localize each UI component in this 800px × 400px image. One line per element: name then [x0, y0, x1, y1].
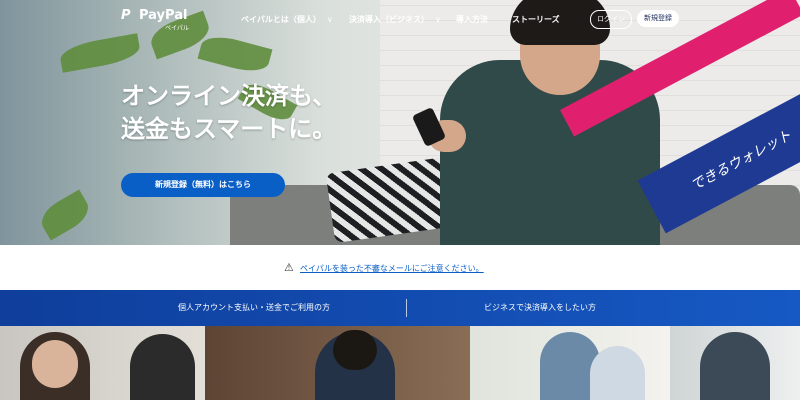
story-photo-family[interactable] [470, 326, 670, 400]
nav-item-personal[interactable]: ペイパルとは（個人） ∨ [241, 14, 333, 25]
segment-business-link[interactable]: ビジネスで決済導入をしたい方 [484, 290, 596, 326]
brand-name: PayPal [139, 8, 188, 23]
plant-leaf [58, 33, 142, 73]
nav-item-label: 導入方法 [456, 15, 488, 24]
person-face [32, 340, 78, 388]
hero-headline-line2: 送金もスマートに。 [121, 115, 337, 143]
hero-headline: オンライン決済も、 送金もスマートに。 [121, 80, 336, 146]
signup-cta-button[interactable]: 新規登録（無料）はこちら [121, 173, 285, 197]
chevron-down-icon: ∨ [326, 15, 333, 24]
story-photo-couple[interactable] [0, 326, 205, 400]
phishing-notice-link[interactable]: ペイパルを装った不審なメールにご注意ください。 [300, 263, 484, 274]
paypal-logo-icon: P [121, 8, 131, 23]
plant-leaf [35, 189, 95, 241]
nav-item-business[interactable]: 決済導入（ビジネス） ∨ [349, 14, 441, 25]
story-photo-strip [0, 326, 800, 400]
segment-personal-link[interactable]: 個人アカウント支払い・送金でご利用の方 [178, 290, 330, 326]
signup-button[interactable]: 新規登録 [637, 10, 679, 27]
warning-icon: ⚠ [284, 261, 294, 274]
nav-item-label: 決済導入（ビジネス） [349, 15, 429, 24]
segment-divider [406, 299, 407, 317]
nav-item-label: ストーリーズ [512, 15, 560, 24]
person-figure [700, 332, 770, 400]
person-figure [130, 334, 195, 400]
brand-subtitle: ペイパル [165, 25, 189, 32]
nav-item-stories[interactable]: ストーリーズ [512, 14, 560, 25]
person-hair [333, 330, 377, 370]
story-photo-workshop[interactable] [205, 326, 470, 400]
hero-headline-line1: オンライン決済も、 [121, 82, 337, 110]
story-photo-man[interactable] [670, 326, 800, 400]
phishing-notice: ⚠ ペイパルを装った不審なメールにご注意ください。 [0, 245, 800, 290]
nav-item-label: ペイパルとは（個人） [241, 15, 321, 24]
login-button[interactable]: ログイン [590, 10, 632, 29]
plant-leaf [197, 31, 273, 77]
chevron-down-icon: ∨ [435, 15, 441, 24]
segment-bar: 個人アカウント支払い・送金でご利用の方 ビジネスで決済導入をしたい方 [0, 290, 800, 326]
nav-item-how-to[interactable]: 導入方法 [456, 14, 488, 25]
person-figure [590, 346, 645, 400]
top-navigation: P PayPal ペイパル ペイパルとは（個人） ∨ 決済導入（ビジネス） ∨ 導入… [0, 0, 800, 38]
